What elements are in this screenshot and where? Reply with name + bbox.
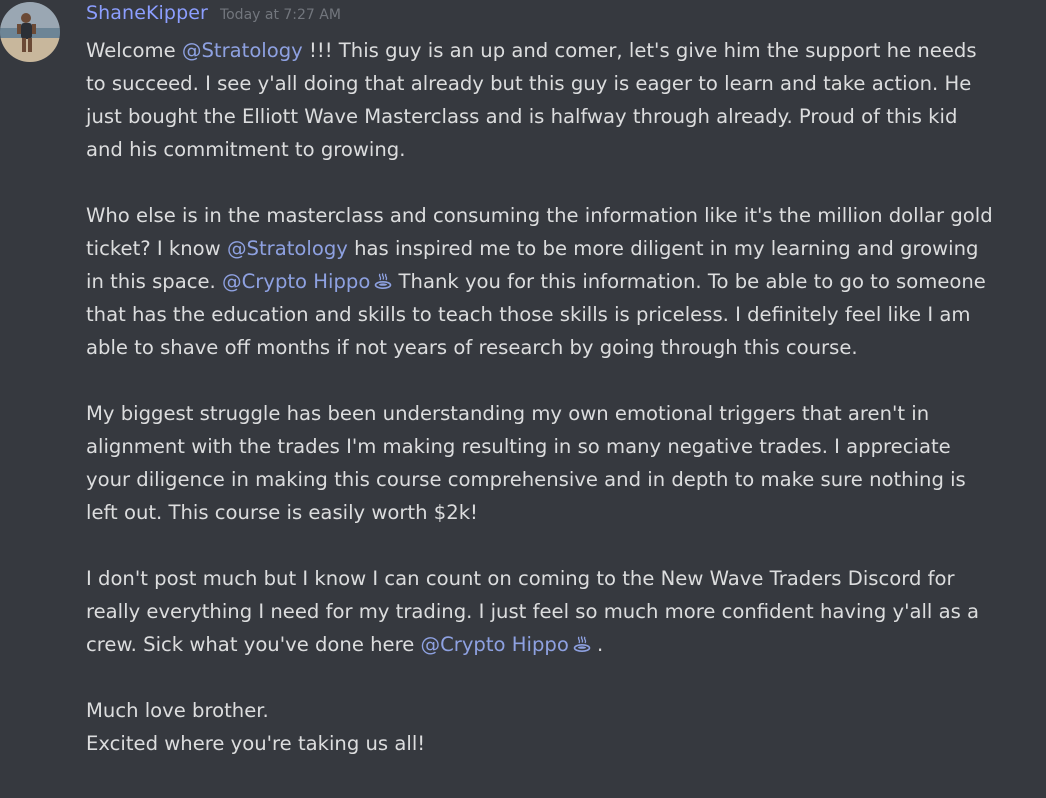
text-line: Excited where you're taking us all!: [86, 732, 426, 755]
mention-crypto-hippo-label: @Crypto Hippo: [420, 633, 569, 656]
paragraph-2: Who else is in the masterclass and consu…: [86, 199, 996, 364]
paragraph-5: Much love brother. Excited where you're t…: [86, 694, 996, 760]
paragraph-1: Welcome @Stratology !!! This guy is an u…: [86, 34, 996, 166]
mention-crypto-hippo[interactable]: @Crypto Hippo: [421, 633, 591, 656]
mention-stratology[interactable]: @Stratology: [227, 237, 348, 260]
mention-stratology[interactable]: @Stratology: [182, 39, 303, 62]
paragraph-3: My biggest struggle has been understandi…: [86, 402, 966, 524]
hot-springs-icon: [375, 273, 392, 290]
mention-crypto-hippo-label: @Crypto Hippo: [222, 270, 371, 293]
user-avatar[interactable]: [0, 2, 60, 62]
text-fragment: Welcome: [86, 39, 182, 62]
mention-crypto-hippo[interactable]: @Crypto Hippo: [222, 270, 392, 293]
text-fragment: .: [590, 633, 604, 656]
avatar-photo: [0, 2, 60, 62]
timestamp[interactable]: Today at 7:27 AM: [220, 7, 341, 23]
text-line: Much love brother.: [86, 699, 269, 722]
message-content: Welcome @Stratology !!! This guy is an u…: [86, 34, 996, 760]
username[interactable]: ShaneKipper: [86, 2, 208, 24]
paragraph-4: I don't post much but I know I can count…: [86, 562, 996, 661]
hot-springs-icon: [573, 636, 591, 653]
message-header: ShaneKipper Today at 7:27 AM: [86, 2, 341, 32]
chat-message: ShaneKipper Today at 7:27 AM Welcome @St…: [0, 0, 1046, 798]
